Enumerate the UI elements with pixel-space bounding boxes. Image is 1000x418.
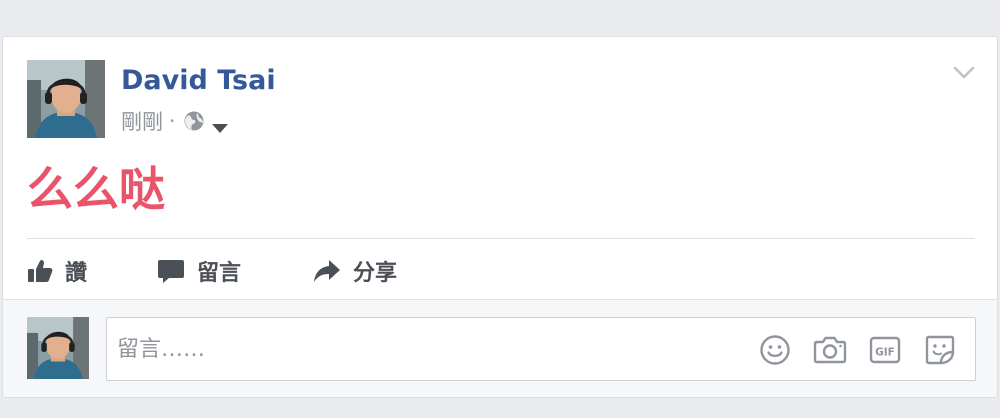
chevron-down-icon[interactable] xyxy=(953,65,975,81)
emoji-icon[interactable] xyxy=(758,333,792,367)
share-arrow-icon xyxy=(314,260,340,282)
author-name[interactable]: David Tsai xyxy=(121,65,276,97)
avatar-photo xyxy=(27,60,105,138)
thumbs-up-icon xyxy=(28,259,53,282)
post-card: David Tsai 剛剛 · 么么哒 讚 留言 分享 留言…… GIF xyxy=(2,36,998,398)
svg-text:GIF: GIF xyxy=(875,347,895,359)
share-label: 分享 xyxy=(353,261,398,286)
post-meta: 剛剛 · xyxy=(121,107,229,135)
like-label: 讚 xyxy=(65,261,88,286)
share-button[interactable]: 分享 xyxy=(313,255,397,287)
comment-button[interactable]: 留言 xyxy=(157,255,313,287)
action-bar: 讚 留言 分享 xyxy=(27,247,397,295)
gif-icon[interactable]: GIF xyxy=(868,333,902,367)
comment-area: GIF xyxy=(3,299,997,397)
post-text: 么么哒 xyxy=(27,162,165,216)
camera-icon[interactable] xyxy=(813,333,847,367)
speech-bubble-icon xyxy=(158,260,184,283)
divider xyxy=(27,238,975,239)
comment-label: 留言 xyxy=(197,261,242,286)
meta-separator: · xyxy=(169,109,176,133)
comment-box: GIF xyxy=(106,317,976,381)
comment-input[interactable] xyxy=(117,328,737,370)
globe-icon[interactable] xyxy=(183,110,205,132)
sticker-icon[interactable] xyxy=(923,333,957,367)
author-avatar[interactable] xyxy=(27,60,105,138)
post-timestamp[interactable]: 剛剛 xyxy=(121,106,163,136)
like-button[interactable]: 讚 xyxy=(27,255,157,287)
avatar-photo xyxy=(27,317,89,379)
viewer-avatar[interactable] xyxy=(27,317,89,379)
comment-tools: GIF xyxy=(737,333,957,367)
caret-down-icon[interactable] xyxy=(211,115,229,133)
